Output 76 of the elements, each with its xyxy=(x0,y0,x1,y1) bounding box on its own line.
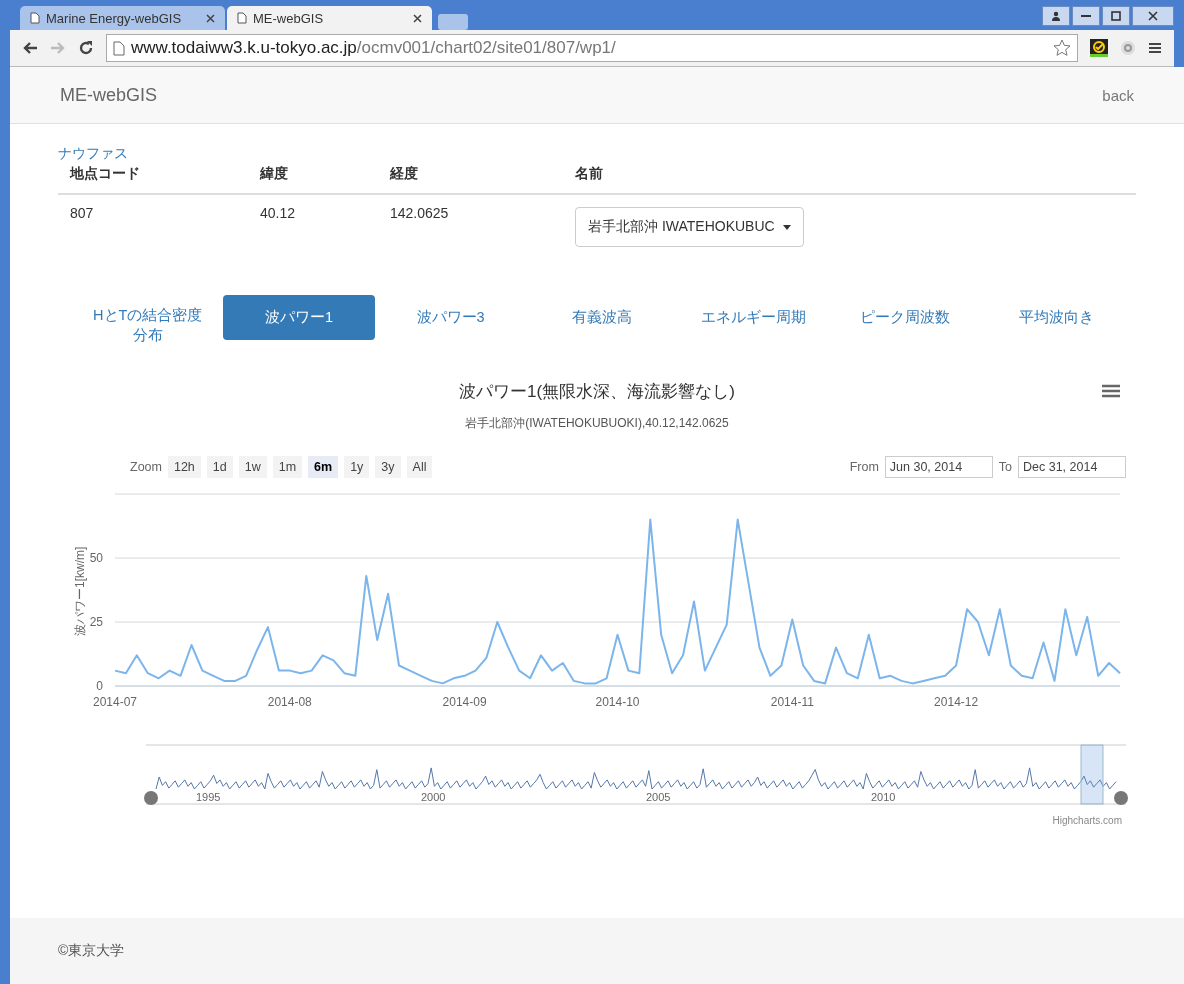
x-tick-label: 2014-09 xyxy=(442,694,487,709)
x-tick-label: 2014-08 xyxy=(267,694,312,709)
page-icon xyxy=(113,40,125,56)
chart-tab[interactable]: 有義波高 xyxy=(526,295,678,340)
site-brand[interactable]: ME-webGIS xyxy=(60,84,158,106)
browser-tab[interactable]: Marine Energy-webGIS xyxy=(20,6,225,30)
address-bar[interactable]: www.todaiww3.k.u-tokyo.ac.jp/ocmv001/chart02/site01/807/wp1/ xyxy=(106,34,1078,62)
scroll-left-button[interactable] xyxy=(144,790,158,805)
chart-credit[interactable]: Highcharts.com xyxy=(58,814,1136,826)
table-cell-text: 807 xyxy=(70,205,95,223)
column-header: 名前 xyxy=(575,165,603,183)
column-header: 地点コード xyxy=(70,165,141,183)
browser-tab[interactable]: ME-webGIS xyxy=(227,6,432,30)
to-label: To xyxy=(998,459,1012,474)
page-icon xyxy=(30,12,40,24)
close-button[interactable] xyxy=(1132,6,1174,26)
navigator-year-label: 2010 xyxy=(871,790,896,803)
x-tick-label: 2014-11 xyxy=(770,694,814,709)
minimize-icon xyxy=(1081,15,1091,17)
menu-icon[interactable] xyxy=(1102,383,1120,398)
to-date-field[interactable]: Dec 31, 2014 xyxy=(1018,455,1126,478)
page-icon xyxy=(237,12,247,24)
navigator-year-label: 1995 xyxy=(196,790,221,803)
from-date-field[interactable]: Jun 30, 2014 xyxy=(884,455,993,478)
chart-tab[interactable]: エネルギー周期 xyxy=(677,295,830,340)
checkmark-extension-icon[interactable] xyxy=(1090,39,1108,57)
y-tick-label: 0 xyxy=(96,678,103,693)
footer-text: ©東京大学 xyxy=(58,942,125,960)
y-tick-label: 25 xyxy=(89,614,103,629)
chart-tab[interactable]: HとTの結合密度分布 xyxy=(72,295,224,356)
maximize-button[interactable] xyxy=(1102,6,1130,26)
x-tick-label: 2014-07 xyxy=(93,694,137,709)
table-cell-text: 142.0625 xyxy=(390,205,450,223)
chart-tab[interactable]: 平均波向き xyxy=(980,295,1132,340)
zoom-button[interactable]: 1w xyxy=(238,455,267,478)
extension-icon[interactable] xyxy=(1120,40,1136,56)
site-dropdown[interactable]: 岩手北部沖 IWATEHOKUBUC xyxy=(575,207,804,247)
navigator-year-label: 2005 xyxy=(646,790,671,803)
minimize-button[interactable] xyxy=(1072,6,1100,26)
column-header: 経度 xyxy=(390,165,419,183)
back-arrow-icon[interactable] xyxy=(22,41,38,55)
zoom-label: Zoom xyxy=(130,459,162,474)
y-axis-title: 波パワー1[kw/m] xyxy=(73,546,87,636)
chart-tab[interactable]: 波パワー1 xyxy=(223,295,375,340)
user-icon xyxy=(1051,11,1061,21)
x-tick-label: 2014-10 xyxy=(595,694,640,709)
scroll-right-button[interactable] xyxy=(1114,790,1128,805)
column-header: 緯度 xyxy=(260,165,289,183)
back-link[interactable]: back xyxy=(1102,86,1134,104)
close-icon xyxy=(1148,11,1158,21)
reload-icon[interactable] xyxy=(78,40,94,56)
table-cell-text: 40.12 xyxy=(260,205,297,223)
zoom-button[interactable]: 1m xyxy=(272,455,303,478)
zoom-button[interactable]: All xyxy=(406,455,433,478)
zoom-button[interactable]: 6m xyxy=(308,455,339,478)
from-label: From xyxy=(849,459,879,474)
chart-tab[interactable]: 波パワー3 xyxy=(374,295,527,340)
chart-subtitle: 岩手北部沖(IWATEHOKUBUOKI),40.12,142.0625 xyxy=(464,414,730,432)
x-tick-label: 2014-12 xyxy=(934,694,979,709)
star-icon[interactable] xyxy=(1053,39,1071,57)
zoom-button[interactable]: 1d xyxy=(206,455,233,478)
maximize-icon xyxy=(1111,11,1121,21)
close-icon[interactable] xyxy=(206,13,215,23)
zoom-button[interactable]: 12h xyxy=(167,455,201,478)
zoom-button[interactable]: 1y xyxy=(344,455,370,478)
zoom-button[interactable]: 3y xyxy=(375,455,401,478)
source-link[interactable]: ナウファス xyxy=(58,145,128,163)
menu-icon[interactable] xyxy=(1148,41,1162,55)
caret-icon xyxy=(782,224,791,230)
chart-title: 波パワー1(無限水深、海流影響なし) xyxy=(459,381,735,401)
close-icon[interactable] xyxy=(413,13,422,23)
url-text: www.todaiww3.k.u-tokyo.ac.jp/ocmv001/chart02/site01/807/wp1/ xyxy=(131,38,617,58)
navigator-year-label: 2000 xyxy=(421,790,446,803)
profile-button[interactable] xyxy=(1042,6,1070,26)
y-tick-label: 50 xyxy=(89,550,103,565)
chart-tab[interactable]: ピーク周波数 xyxy=(829,295,981,340)
